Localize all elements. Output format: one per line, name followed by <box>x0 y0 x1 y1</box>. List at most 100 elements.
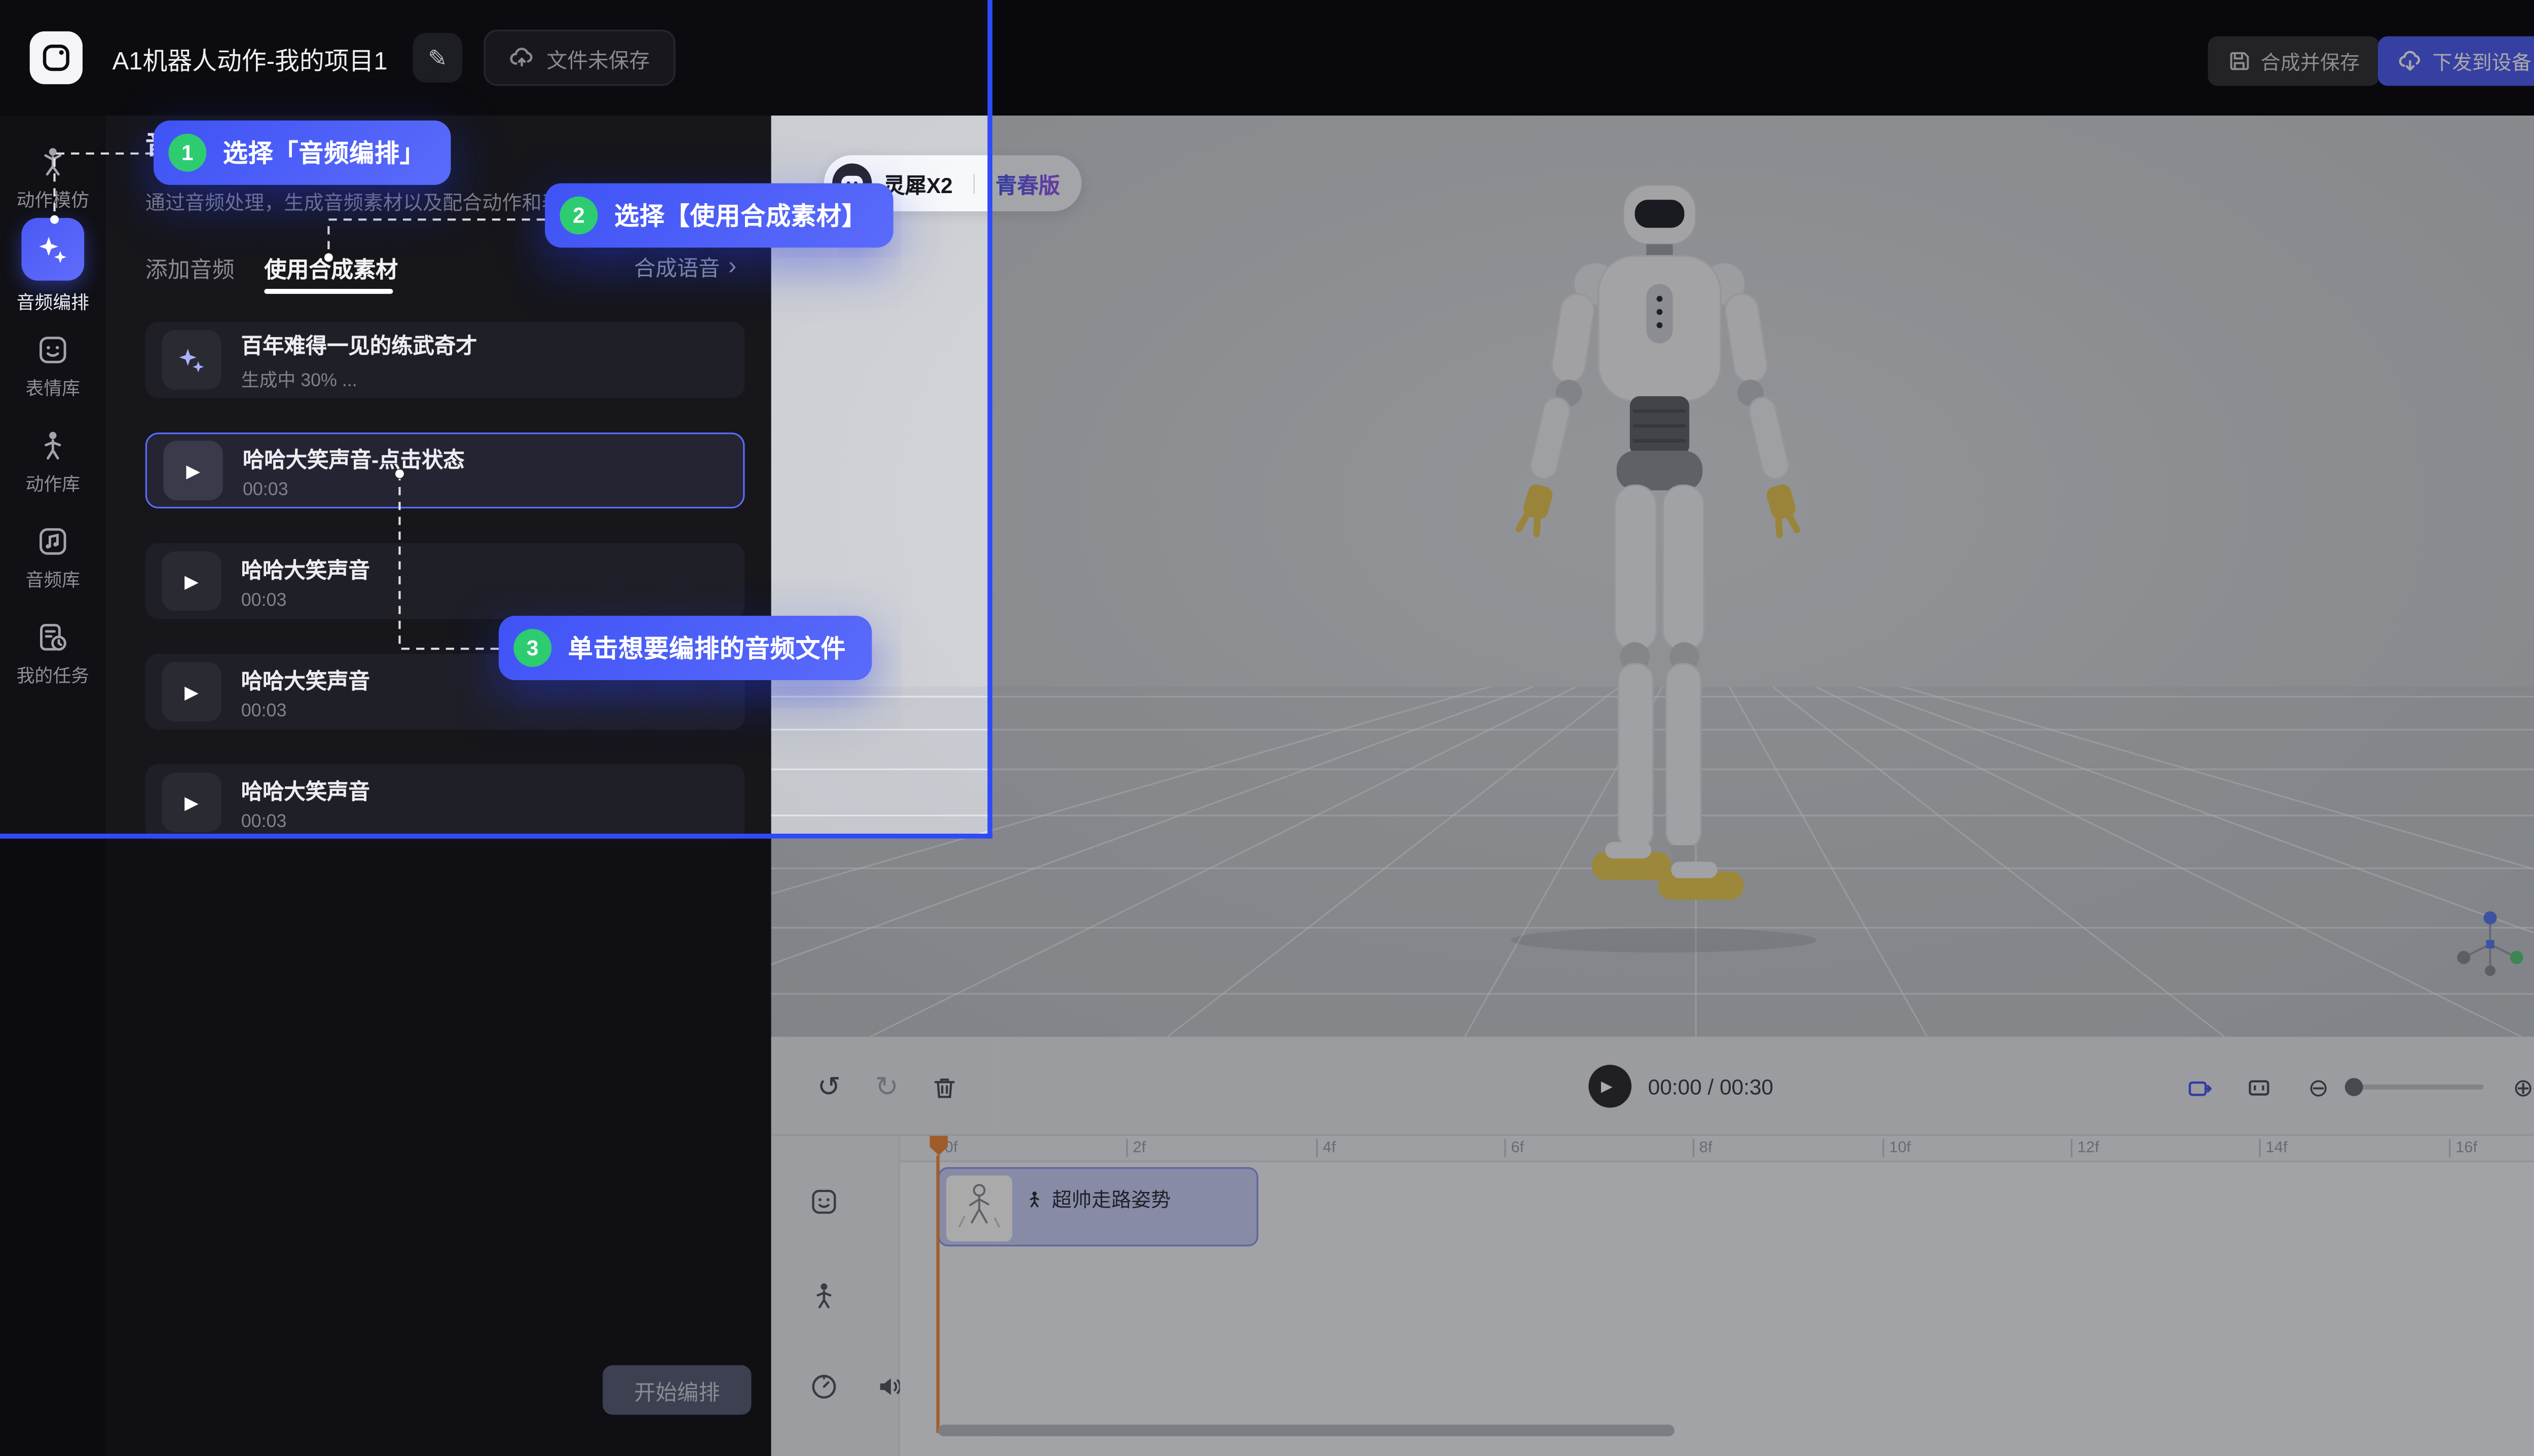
synth-voice-link[interactable]: 合成语音 › <box>634 251 736 282</box>
top-bar: A1机器人动作-我的项目1 ✎ 文件未保存 合成并保存 <box>0 0 2534 116</box>
file-status: 文件未保存 <box>484 30 675 86</box>
fit-timeline-icon[interactable] <box>2243 1071 2276 1104</box>
audio-item-title: 哈哈大笑声音 <box>241 552 370 584</box>
sidebar-item-label: 动作库 <box>26 470 81 497</box>
timeline: ↺ ↻ ▶ 00:00 / 00:30 ⊖ ⊕ 0f 2f 4f 6f <box>771 1037 2534 1456</box>
save-icon <box>2227 50 2251 73</box>
play-icon[interactable]: ▶ <box>164 441 223 500</box>
sidebar-item-motion-imitate[interactable]: 动作模仿 <box>0 145 106 213</box>
audio-item-subtitle: 00:03 <box>241 590 370 610</box>
playhead-line <box>936 1155 940 1433</box>
viewport-3d[interactable]: 灵犀X2 ｜ 青春版 <box>771 116 2534 1037</box>
audio-arrange-panel: 音频编排 通过音频处理，生成音频素材以及配合动作和表情... 添加音频 使用合成… <box>106 116 771 1456</box>
zoom-slider[interactable] <box>2352 1085 2484 1090</box>
app-logo-icon[interactable] <box>30 31 83 84</box>
ruler-label: 14f <box>2259 1139 2287 1158</box>
redo-icon[interactable]: ↻ <box>870 1071 903 1104</box>
clip-thumbnail <box>946 1175 1012 1241</box>
step-number-badge: 3 <box>513 629 551 667</box>
file-status-label: 文件未保存 <box>546 42 650 73</box>
audio-item-title: 百年难得一见的练武奇才 <box>241 328 477 359</box>
ruler-label: 12f <box>2071 1139 2099 1158</box>
step-text: 选择「音频编排」 <box>223 135 425 170</box>
sidebar-item-label: 音频编排 <box>17 289 89 315</box>
model-variant: 青春版 <box>996 168 1060 199</box>
sidebar-item-expression-library[interactable]: 表情库 <box>0 333 106 401</box>
sidebar-item-audio-arrange[interactable]: 音频编排 <box>0 218 106 315</box>
chevron-right-icon: › <box>728 252 736 280</box>
tab-use-synth-material[interactable]: 使用合成素材 <box>264 251 398 284</box>
orientation-gizmo[interactable] <box>2441 895 2534 994</box>
ruler-label: 2f <box>1126 1139 1146 1158</box>
app-root: A1机器人动作-我的项目1 ✎ 文件未保存 合成并保存 <box>0 0 2534 1456</box>
ruler-label: 10f <box>1882 1139 1911 1158</box>
ruler-label: 6f <box>1504 1139 1524 1158</box>
cloud-icon <box>509 45 535 71</box>
step-number-badge: 2 <box>560 197 598 235</box>
audio-item-title: 哈哈大笑声音 <box>241 773 370 805</box>
robot-model <box>1453 178 1866 946</box>
clip-label: 超帅走路姿势 <box>1052 1185 1171 1213</box>
pencil-icon: ✎ <box>428 44 447 71</box>
audio-item-generating[interactable]: 百年难得一见的练武奇才 生成中 30% ... <box>145 322 745 398</box>
sidebar-item-label: 音频库 <box>26 566 81 592</box>
save-button-label: 合成并保存 <box>2261 47 2360 75</box>
audio-item-title: 哈哈大笑声音-点击状态 <box>243 441 465 473</box>
trash-icon[interactable] <box>928 1071 961 1104</box>
audio-item-subtitle: 00:03 <box>241 811 370 831</box>
horizontal-scrollbar[interactable] <box>938 1425 1674 1436</box>
model-name: 灵犀X2 <box>883 168 953 199</box>
sidebar-item-my-tasks[interactable]: 我的任务 <box>0 621 106 689</box>
play-icon[interactable]: ▶ <box>162 662 221 721</box>
tab-add-audio[interactable]: 添加音频 <box>145 251 235 284</box>
sidebar: 动作模仿 音频编排 表情库 <box>0 116 106 1456</box>
audio-item-selected[interactable]: ▶ 哈哈大笑声音-点击状态 00:03 <box>145 432 745 508</box>
audio-item[interactable]: ▶ 哈哈大笑声音 00:03 <box>145 764 745 840</box>
tutorial-step-3[interactable]: 3 单击想要编排的音频文件 <box>499 616 872 680</box>
ruler-label: 8f <box>1693 1139 1712 1158</box>
step-text: 单击想要编排的音频文件 <box>568 630 846 665</box>
audio-item[interactable]: ▶ 哈哈大笑声音 00:03 <box>145 543 745 619</box>
model-divider: ｜ <box>964 169 984 197</box>
zoom-in-icon[interactable]: ⊕ <box>2507 1071 2534 1104</box>
ruler-label: 4f <box>1316 1139 1336 1158</box>
play-icon: ▶ <box>1601 1077 1613 1095</box>
sidebar-item-motion-library[interactable]: 动作库 <box>0 429 106 497</box>
save-button[interactable]: 合成并保存 <box>2208 36 2379 86</box>
expression-library-icon <box>36 333 69 366</box>
audio-item-title: 哈哈大笑声音 <box>241 663 370 694</box>
sidebar-item-label: 我的任务 <box>17 662 89 688</box>
my-tasks-icon <box>36 621 69 654</box>
expression-track-icon[interactable] <box>807 1185 840 1218</box>
deploy-button-label: 下发到设备 <box>2432 47 2531 75</box>
active-tab-underline <box>264 289 393 293</box>
play-button[interactable]: ▶ <box>1588 1065 1631 1108</box>
edit-title-button[interactable]: ✎ <box>413 33 463 83</box>
audio-item-subtitle: 00:03 <box>243 479 465 499</box>
play-icon[interactable]: ▶ <box>162 772 221 832</box>
speed-icon[interactable] <box>807 1370 840 1403</box>
timeline-clip[interactable]: 超帅走路姿势 <box>938 1167 1258 1246</box>
tutorial-step-1[interactable]: 1 选择「音频编排」 <box>154 121 452 185</box>
sidebar-item-label: 表情库 <box>26 375 81 401</box>
tutorial-step-2[interactable]: 2 选择【使用合成素材】 <box>545 183 893 248</box>
undo-icon[interactable]: ↺ <box>812 1071 845 1104</box>
sidebar-item-label: 动作模仿 <box>17 186 89 213</box>
audio-library-icon <box>36 525 69 558</box>
zoom-out-icon[interactable]: ⊖ <box>2302 1071 2335 1104</box>
insert-clip-icon[interactable] <box>2183 1071 2216 1104</box>
step-text: 选择【使用合成素材】 <box>614 198 867 233</box>
motion-imitate-icon <box>36 145 69 178</box>
start-arrange-button[interactable]: 开始编排 <box>603 1365 751 1415</box>
deploy-button[interactable]: 下发到设备 <box>2378 36 2534 86</box>
zoom-slider-thumb[interactable] <box>2345 1078 2363 1096</box>
sidebar-item-audio-library[interactable]: 音频库 <box>0 525 106 593</box>
step-number-badge: 1 <box>168 134 206 172</box>
synth-voice-label: 合成语音 <box>634 251 720 282</box>
timeline-ruler[interactable]: 0f 2f 4f 6f 8f 10f 12f 14f 16f <box>900 1136 2534 1162</box>
play-icon[interactable]: ▶ <box>162 551 221 611</box>
motion-track-icon[interactable] <box>807 1279 840 1312</box>
time-display: 00:00 / 00:30 <box>1648 1075 1773 1100</box>
sparkle-icon <box>162 330 221 389</box>
audio-arrange-icon <box>21 218 84 281</box>
